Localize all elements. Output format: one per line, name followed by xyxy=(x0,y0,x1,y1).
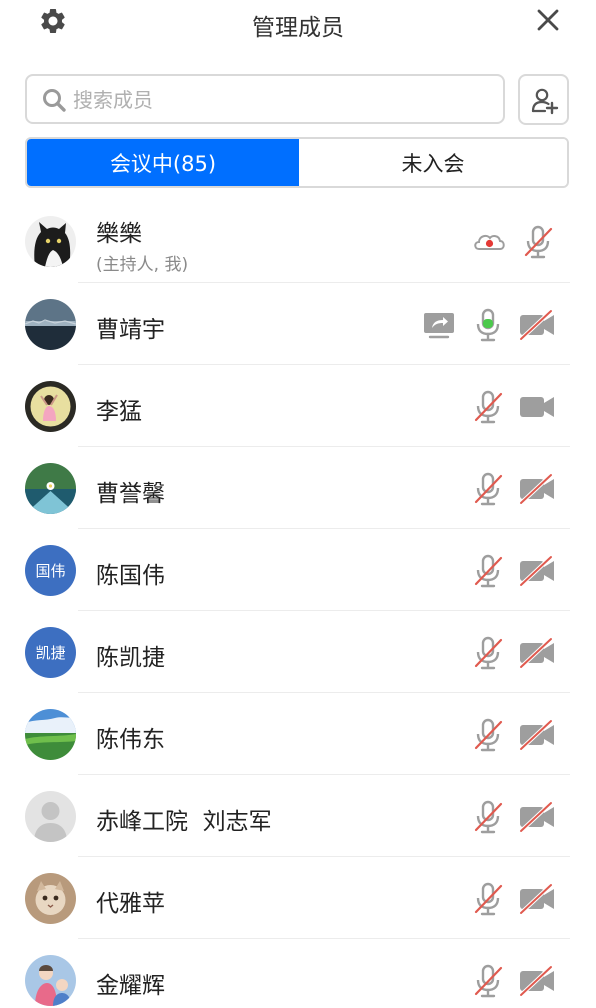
avatar: 凯捷 xyxy=(25,627,76,678)
mic-muted-icon[interactable] xyxy=(468,715,508,755)
add-member-button[interactable] xyxy=(518,74,569,125)
avatar xyxy=(25,955,76,1006)
camera-off-icon[interactable] xyxy=(517,961,557,1001)
member-name: 曹靖宇 xyxy=(96,317,165,343)
camera-off-icon[interactable] xyxy=(517,879,557,919)
search-box[interactable] xyxy=(25,74,505,124)
member-name: 樂樂 xyxy=(96,221,142,247)
member-row[interactable]: 凯捷 陈凯捷 xyxy=(0,611,596,693)
header: 管理成员 xyxy=(0,0,596,50)
cloud-recording-icon xyxy=(469,222,509,262)
tab-in-meeting[interactable]: 会议中(85) xyxy=(27,139,299,186)
member-row[interactable]: 陈伟东 xyxy=(0,693,596,775)
member-name: 陈凯捷 xyxy=(96,645,165,671)
camera-off-icon[interactable] xyxy=(517,305,557,345)
camera-off-icon[interactable] xyxy=(517,551,557,591)
camera-off-icon[interactable] xyxy=(517,715,557,755)
mic-muted-icon[interactable] xyxy=(468,469,508,509)
mic-muted-icon[interactable] xyxy=(468,387,508,427)
avatar: 国伟 xyxy=(25,545,76,596)
search-input[interactable] xyxy=(73,84,493,116)
member-row[interactable]: 李猛 xyxy=(0,365,596,447)
tab-not-joined[interactable]: 未入会 xyxy=(299,139,567,186)
mic-muted-icon[interactable] xyxy=(468,551,508,591)
member-list: 樂樂 (主持人, 我) 曹靖宇 李猛 曹誉馨 国伟 陈国伟 凯捷 陈凯捷 陈伟东… xyxy=(0,200,596,1008)
avatar xyxy=(25,873,76,924)
camera-on-icon[interactable] xyxy=(517,387,557,427)
member-name: 金耀辉 xyxy=(96,973,165,999)
screen-share-icon xyxy=(419,305,459,345)
mic-muted-icon[interactable] xyxy=(468,879,508,919)
camera-off-icon[interactable] xyxy=(517,633,557,673)
member-row[interactable]: 代雅苹 xyxy=(0,857,596,939)
mic-muted-icon[interactable] xyxy=(468,797,508,837)
page-title: 管理成员 xyxy=(252,15,344,41)
mic-muted-icon[interactable] xyxy=(468,961,508,1001)
avatar xyxy=(25,791,76,842)
avatar xyxy=(25,299,76,350)
close-icon[interactable] xyxy=(534,6,562,34)
add-user-icon xyxy=(531,88,559,115)
search-icon xyxy=(41,87,67,113)
member-row[interactable]: 曹誉馨 xyxy=(0,447,596,529)
default-person-icon xyxy=(25,791,76,842)
member-row[interactable]: 金耀辉 xyxy=(0,939,596,1008)
member-name: 代雅苹 xyxy=(96,891,165,917)
member-name: 曹誉馨 xyxy=(96,481,165,507)
member-row[interactable]: 国伟 陈国伟 xyxy=(0,529,596,611)
avatar xyxy=(25,216,76,267)
mic-muted-icon[interactable] xyxy=(518,222,558,262)
member-role: (主持人, 我) xyxy=(96,255,189,275)
camera-off-icon[interactable] xyxy=(517,469,557,509)
camera-off-icon[interactable] xyxy=(517,797,557,837)
mic-muted-icon[interactable] xyxy=(468,633,508,673)
member-name: 陈国伟 xyxy=(96,563,165,589)
member-name: 陈伟东 xyxy=(96,727,165,753)
member-row[interactable]: 樂樂 (主持人, 我) xyxy=(0,200,596,283)
avatar xyxy=(25,709,76,760)
member-row[interactable]: 赤峰工院 刘志军 xyxy=(0,775,596,857)
member-name: 李猛 xyxy=(96,399,142,425)
avatar xyxy=(25,381,76,432)
tab-bar: 会议中(85) 未入会 xyxy=(25,137,569,188)
member-row[interactable]: 曹靖宇 xyxy=(0,283,596,365)
member-name: 赤峰工院 刘志军 xyxy=(96,809,272,835)
avatar xyxy=(25,463,76,514)
mic-active-icon[interactable] xyxy=(468,305,508,345)
